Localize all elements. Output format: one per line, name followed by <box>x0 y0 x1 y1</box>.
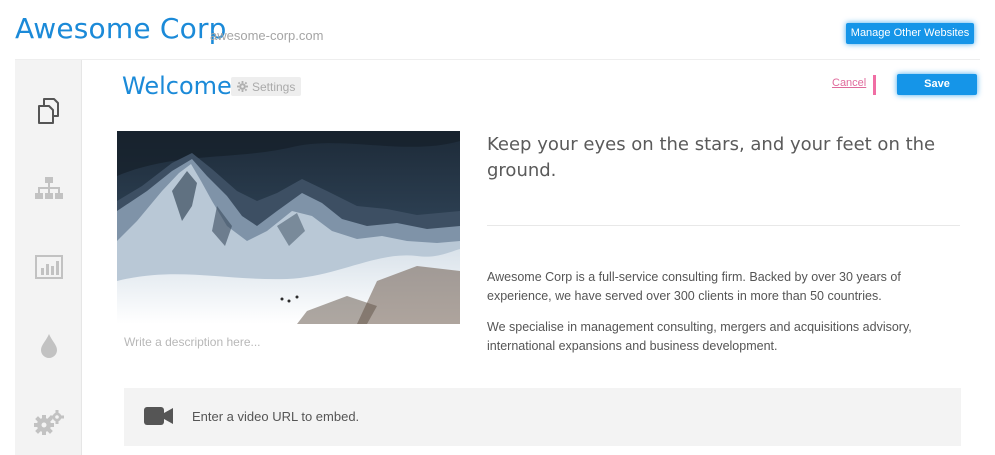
cancel-link[interactable]: Cancel <box>832 77 866 89</box>
content-divider <box>487 225 960 226</box>
image-description-input[interactable]: Write a description here... <box>124 335 261 349</box>
sitemap-icon <box>34 177 63 199</box>
sidebar <box>15 60 82 455</box>
body-paragraph-2[interactable]: We specialise in management consulting, … <box>487 318 957 356</box>
pages-icon <box>37 98 59 124</box>
video-url-placeholder: Enter a video URL to embed. <box>192 409 360 424</box>
page-settings-button[interactable]: Settings <box>231 77 302 96</box>
mountain-photo <box>117 131 460 324</box>
video-embed-field[interactable]: Enter a video URL to embed. <box>124 388 961 446</box>
sidebar-item-design[interactable] <box>15 320 82 370</box>
page-title[interactable]: Welcome <box>122 72 232 100</box>
save-button[interactable]: Save <box>897 74 977 95</box>
sidebar-item-sitemap[interactable] <box>15 164 82 214</box>
drop-icon <box>40 334 57 358</box>
settings-label: Settings <box>252 79 296 94</box>
quote-heading[interactable]: Keep your eyes on the stars, and your fe… <box>487 132 937 184</box>
cancel-divider <box>873 75 876 95</box>
sidebar-item-settings[interactable] <box>15 398 82 448</box>
analytics-icon <box>34 255 63 279</box>
video-camera-icon <box>144 407 173 425</box>
sidebar-item-pages[interactable] <box>15 86 82 136</box>
brand-title[interactable]: Awesome Corp <box>15 12 227 45</box>
hero-image[interactable] <box>117 131 460 324</box>
header-divider <box>15 59 980 60</box>
body-paragraph-1[interactable]: Awesome Corp is a full-service consultin… <box>487 268 957 306</box>
sidebar-item-analytics[interactable] <box>15 242 82 292</box>
top-bar: Awesome Corp awesome-corp.com Manage Oth… <box>0 0 995 60</box>
manage-websites-button[interactable]: Manage Other Websites <box>846 23 974 44</box>
site-domain: awesome-corp.com <box>210 28 324 43</box>
gears-icon <box>33 410 64 435</box>
gear-icon <box>237 81 248 92</box>
